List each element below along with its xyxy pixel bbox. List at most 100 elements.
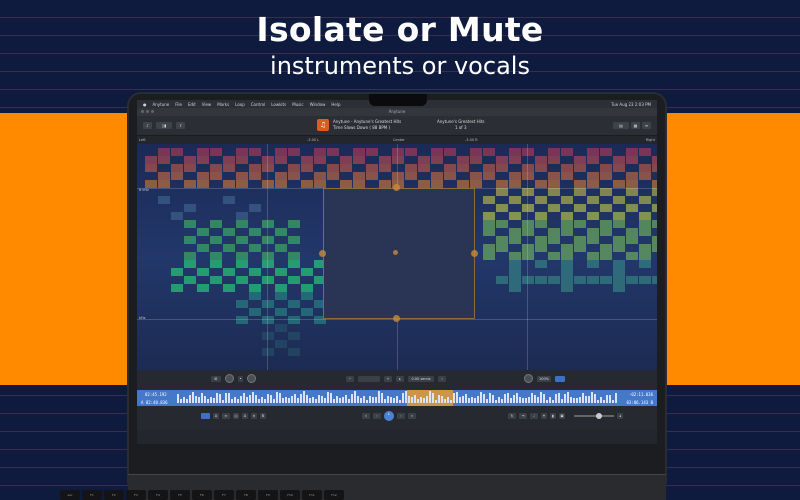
menu-item-edit[interactable]: Edit — [188, 102, 196, 107]
spectrum-cell — [587, 180, 599, 188]
spectrum-cell — [301, 156, 313, 164]
spectrum-cell — [366, 164, 378, 172]
metronome-button[interactable]: ♩ — [530, 413, 538, 419]
menu-item-anytune[interactable]: Anytune — [153, 102, 170, 107]
selection-handle-bottom[interactable] — [393, 315, 400, 322]
output-button[interactable]: ▣ — [559, 413, 565, 419]
spectrum-cell — [483, 244, 495, 252]
speed-knob[interactable] — [524, 374, 533, 383]
b-point-button[interactable]: B — [260, 413, 266, 419]
step-forward-button[interactable]: › — [397, 413, 405, 419]
spectrum-cell — [288, 252, 300, 260]
waveform-bar — [351, 393, 353, 403]
volume-knob[interactable] — [247, 374, 256, 383]
repeat-button[interactable]: ↻ — [508, 413, 516, 419]
menu-item-marks[interactable]: Marks — [217, 102, 229, 107]
waveform-bar — [498, 396, 500, 403]
menu-item-lowkits[interactable]: Lowkits — [271, 102, 286, 107]
menu-item-help[interactable]: Help — [331, 102, 340, 107]
master-volume-slider[interactable] — [574, 413, 614, 419]
spectrum-cell — [535, 180, 547, 188]
loop-edit-button[interactable]: ⇔ — [222, 413, 230, 419]
minimize-window-button[interactable] — [146, 110, 149, 113]
eq-button[interactable]: ⊞ — [211, 375, 221, 382]
semitone-up-button[interactable]: + — [384, 375, 392, 382]
music-library-button[interactable]: ♪ — [143, 122, 152, 129]
waveform-bar — [522, 397, 524, 403]
spectrum-cell — [210, 276, 222, 284]
zoom-window-button[interactable] — [151, 110, 154, 113]
waveform-bar — [435, 399, 437, 403]
menu-item-file[interactable]: File — [175, 102, 182, 107]
spectrum-display[interactable]: 6 kHz kHz — [137, 144, 657, 370]
menu-item-window[interactable]: Window — [310, 102, 326, 107]
menu-item-music[interactable]: Music — [292, 102, 303, 107]
spectrum-cell — [379, 164, 391, 172]
spectrum-cell — [639, 164, 651, 172]
spectrum-cell — [275, 284, 287, 292]
clear-loop-button[interactable]: ✕ — [251, 413, 257, 419]
spectrum-cell — [639, 244, 651, 252]
selection-center-handle[interactable] — [393, 250, 398, 255]
loop-start-time: A 02:40.836 — [141, 400, 168, 405]
speed-toggle-button[interactable] — [555, 375, 565, 382]
spectrum-cell — [262, 156, 274, 164]
spectrum-cell — [600, 228, 612, 236]
spectrum-cell — [197, 228, 209, 236]
menu-item-loop[interactable]: Loop — [235, 102, 245, 107]
waveform-timeline[interactable]: 02:45.192 A 02:40.836 -02:11.036 03:06.1… — [137, 390, 657, 406]
spectrum-cell — [470, 172, 482, 180]
close-window-button[interactable] — [141, 110, 144, 113]
settings-button[interactable]: ≡ — [642, 122, 651, 129]
spectrum-cell — [431, 156, 443, 164]
play-button[interactable]: ▸ — [384, 411, 394, 421]
rewind-button[interactable]: « — [362, 413, 370, 419]
selection-handle-right[interactable] — [471, 250, 478, 257]
menu-item-view[interactable]: View — [202, 102, 212, 107]
spectrum-cell — [548, 228, 560, 236]
step-button[interactable]: ⇥ — [519, 413, 527, 419]
waveform-bar — [309, 398, 311, 403]
waveform-bar — [348, 399, 350, 403]
loop-button[interactable] — [201, 413, 210, 419]
spectrum-cell — [262, 164, 274, 172]
album-art-icon[interactable]: ♫ — [317, 119, 329, 131]
marker-button[interactable]: ◎ — [233, 413, 239, 419]
selection-handle-top[interactable] — [393, 184, 400, 191]
spectrum-cell — [600, 188, 612, 196]
waveform-bar — [534, 395, 536, 403]
isolation-selection-box[interactable] — [323, 188, 475, 319]
apple-icon[interactable]: ● — [143, 102, 147, 107]
spectrum-cell — [236, 148, 248, 156]
menu-item-control[interactable]: Control — [251, 102, 265, 107]
count-in-button[interactable]: ▮ — [550, 413, 556, 419]
spectrum-cell — [405, 164, 417, 172]
play-small-button[interactable]: ▸ — [396, 375, 404, 382]
spectrum-cell — [184, 156, 196, 164]
view-mode-button[interactable]: ▤ — [613, 122, 629, 129]
fine-tune-knob[interactable] — [225, 374, 234, 383]
marks-button[interactable]: ▯▮ — [156, 122, 172, 129]
spectrum-cell — [574, 220, 586, 228]
clap-button[interactable]: ✦ — [541, 413, 547, 419]
semitone-down-button[interactable]: − — [346, 375, 354, 382]
spectrum-cell — [626, 156, 638, 164]
waveform-bar — [459, 397, 461, 403]
spectrum-cell — [327, 172, 339, 180]
set-a-button[interactable]: A — [213, 413, 219, 419]
spectrum-cell — [262, 332, 274, 340]
waveform-bar — [303, 391, 305, 403]
spectrum-view-button[interactable]: ▦ — [631, 122, 640, 129]
tuning-fork-button[interactable]: ♮ — [438, 375, 446, 382]
mic-icon[interactable]: • — [238, 375, 243, 382]
selection-handle-left[interactable] — [319, 250, 326, 257]
share-button[interactable]: ⇪ — [176, 122, 185, 129]
a-point-button[interactable]: A — [242, 413, 248, 419]
waveform-bar — [363, 395, 365, 403]
waveform-bar — [186, 399, 188, 403]
waveform-bar — [366, 399, 368, 403]
fast-forward-button[interactable]: » — [408, 413, 416, 419]
step-back-button[interactable]: ‹ — [373, 413, 381, 419]
spectrum-cell — [496, 220, 508, 228]
spectrum-cell — [275, 292, 287, 300]
